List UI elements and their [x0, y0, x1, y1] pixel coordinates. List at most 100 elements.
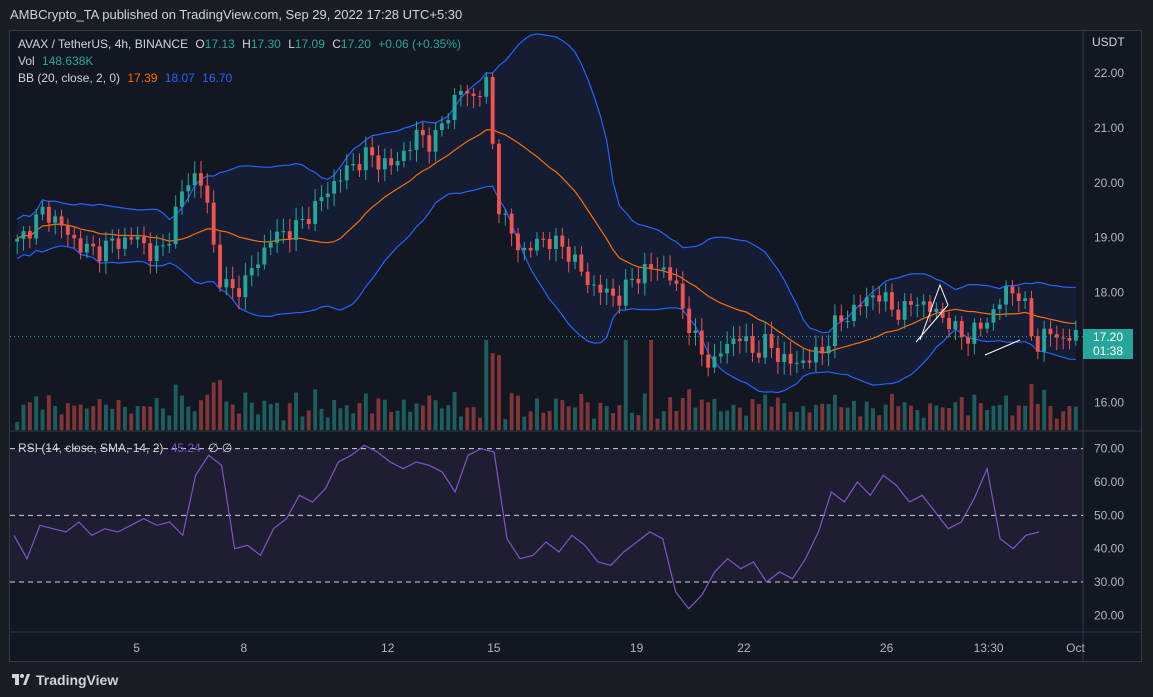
volume-bar [313, 389, 318, 430]
candle-body [718, 353, 723, 357]
candle-body [408, 150, 413, 151]
candle-body [65, 225, 70, 235]
volume-bar [465, 407, 470, 430]
candle-body [427, 135, 432, 152]
low-value: 17.09 [294, 37, 325, 51]
volume-bar [84, 408, 89, 430]
volume-bar [826, 404, 831, 430]
bb-label[interactable]: BB (20, close, 2, 0) [18, 71, 120, 85]
candle-body [554, 235, 558, 249]
candle-body [915, 304, 920, 306]
volume-bar [554, 398, 558, 430]
candle-body [262, 247, 267, 265]
candle-body [560, 235, 565, 247]
candle-body [116, 238, 121, 249]
volume-bar [97, 399, 102, 430]
volume-bar [237, 413, 241, 430]
time-tick-label: Oct [1066, 641, 1085, 655]
candle-body [934, 308, 939, 312]
candle-body [97, 246, 102, 262]
volume-bar [535, 398, 539, 430]
candle-body [142, 236, 146, 244]
volume-bar [769, 406, 774, 430]
candle-body [604, 288, 609, 293]
volume-bar [706, 402, 711, 430]
candle-body [1004, 286, 1008, 305]
volume-bar [376, 398, 381, 430]
candle-body [814, 347, 818, 363]
rsi-tick-label: 70.00 [1094, 442, 1124, 456]
rsi-tick-label: 30.00 [1094, 575, 1124, 589]
volume-bar [256, 414, 260, 430]
candle-body [313, 201, 318, 224]
candle-body [725, 344, 730, 354]
volume-bar [630, 412, 634, 430]
volume-bar [541, 412, 546, 430]
volume-bar [427, 395, 432, 430]
volume-bar [807, 412, 812, 430]
volume-bar [1042, 389, 1047, 430]
candle-body [53, 216, 58, 223]
volume-bar [154, 398, 159, 430]
candle-body [687, 308, 692, 333]
candle-body [281, 231, 286, 233]
volume-label[interactable]: Vol [18, 54, 35, 68]
volume-bar [636, 415, 641, 430]
candle-body [389, 158, 394, 166]
candle-body [528, 247, 533, 251]
rsi-tick-label: 20.00 [1094, 608, 1124, 622]
candle-body [978, 322, 983, 329]
volume-bar [1067, 406, 1072, 430]
volume-bar [763, 394, 768, 430]
volume-bar [864, 401, 869, 430]
candle-body [40, 206, 45, 215]
candle-body [541, 238, 546, 240]
volume-bar [319, 408, 324, 430]
price-tick-label: 22.00 [1094, 66, 1124, 80]
candle-body [1035, 336, 1040, 352]
candle-body [161, 245, 165, 247]
volume-bar [478, 417, 482, 430]
rsi-label[interactable]: RSI (14, close, SMA, 14, 2) [18, 441, 163, 455]
volume-bar [611, 413, 615, 430]
tradingview-logo[interactable]: TradingView [12, 672, 118, 688]
volume-bar [199, 400, 203, 430]
volume-bar [509, 393, 514, 430]
volume-bar [687, 389, 692, 430]
candle-body [243, 275, 248, 297]
candle-body [439, 123, 444, 130]
volume-bar [1023, 405, 1028, 430]
volume-bar [123, 407, 127, 430]
volume-bar [1035, 404, 1040, 430]
chart-canvas[interactable]: 22.0021.0020.0019.0018.0017.0016.0070.00… [0, 0, 1153, 697]
volume-bar [661, 411, 666, 430]
candle-body [788, 353, 793, 364]
volume-bar [775, 397, 780, 430]
candle-body [655, 269, 660, 270]
volume-bar [680, 398, 685, 430]
ohlc-legend: AVAX / TetherUS, 4h, BINANCE O17.13 H17.… [18, 36, 465, 53]
candle-body [268, 242, 273, 248]
candle-body [598, 284, 603, 293]
volume-bar [173, 384, 178, 430]
candle-body [775, 348, 780, 362]
volume-bar [218, 380, 222, 430]
rsi-tick-label: 50.00 [1094, 508, 1124, 522]
candle-body [15, 238, 20, 242]
last-price: 17.20 [1092, 330, 1124, 344]
price-tick-label: 19.00 [1094, 231, 1124, 245]
volume-bar [585, 402, 590, 430]
candle-body [351, 164, 356, 166]
symbol-label[interactable]: AVAX / TetherUS, 4h, BINANCE [18, 37, 188, 51]
volume-bar [243, 392, 248, 430]
volume-bar [262, 400, 267, 430]
candle-body [344, 165, 349, 181]
candle-body [909, 301, 913, 305]
volume-bar [573, 407, 577, 430]
volume-bar [306, 410, 311, 430]
volume-bar [1010, 415, 1015, 430]
volume-bar [281, 420, 286, 430]
volume-bar [389, 411, 394, 430]
volume-bar [1004, 395, 1008, 430]
volume-bar [985, 410, 989, 430]
